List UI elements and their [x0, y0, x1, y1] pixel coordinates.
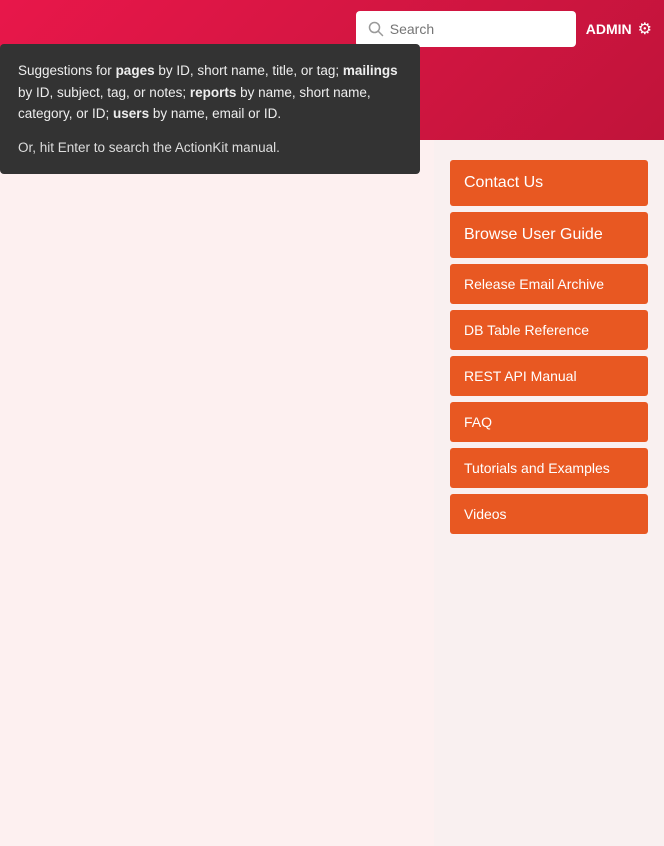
- right-sidebar: Contact Us Browse User Guide Release Email…: [434, 140, 664, 846]
- main-content: Contact Us Browse User Guide Release Email…: [0, 140, 664, 846]
- sidebar-button-browse-user-guide[interactable]: Browse User Guide: [450, 212, 648, 258]
- mailings-keyword: mailings: [343, 63, 398, 78]
- search-input[interactable]: [390, 21, 564, 37]
- dropdown-text: Suggestions for pages by ID, short name,…: [18, 63, 398, 121]
- admin-area: ADMIN ⚙: [586, 19, 652, 39]
- reports-keyword: reports: [190, 85, 237, 100]
- pages-keyword: pages: [116, 63, 155, 78]
- search-box[interactable]: [356, 11, 576, 47]
- search-dropdown: Suggestions for pages by ID, short name,…: [0, 44, 420, 174]
- header: ADMIN ⚙ Suggestions for pages by ID, sho…: [0, 0, 664, 140]
- sidebar-button-videos[interactable]: Videos: [450, 494, 648, 534]
- header-top: ADMIN ⚙: [0, 0, 664, 50]
- admin-label: ADMIN: [586, 21, 632, 37]
- sidebar-button-release-email-archive[interactable]: Release Email Archive: [450, 264, 648, 304]
- sidebar-button-rest-api-manual[interactable]: REST API Manual: [450, 356, 648, 396]
- search-icon: [368, 21, 384, 37]
- sidebar-button-tutorials-and-examples[interactable]: Tutorials and Examples: [450, 448, 648, 488]
- sidebar-button-faq[interactable]: FAQ: [450, 402, 648, 442]
- gear-icon[interactable]: ⚙: [638, 19, 652, 39]
- dropdown-hint: Or, hit Enter to search the ActionKit ma…: [18, 137, 402, 159]
- users-keyword: users: [113, 106, 149, 121]
- sidebar-button-contact-us[interactable]: Contact Us: [450, 160, 648, 206]
- sidebar-button-db-table-reference[interactable]: DB Table Reference: [450, 310, 648, 350]
- left-panel: [0, 140, 434, 846]
